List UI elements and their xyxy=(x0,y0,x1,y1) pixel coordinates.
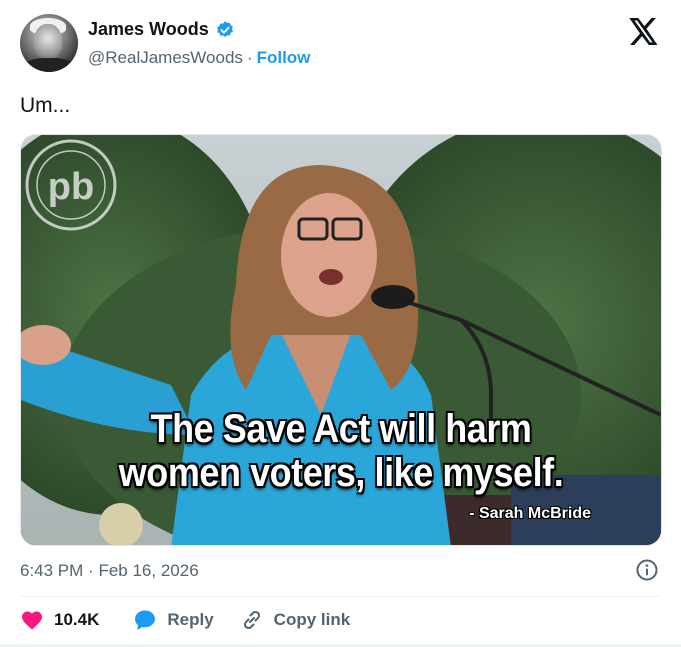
handle-separator: · xyxy=(246,48,253,67)
like-count: 10.4K xyxy=(54,610,100,629)
media-caption-line1: The Save Act will harm xyxy=(150,407,532,451)
media-caption-line2: women voters, like myself. xyxy=(118,451,564,495)
reply-label: Reply xyxy=(167,610,214,629)
author-name-row: James Woods xyxy=(88,19,235,40)
x-logo-icon[interactable] xyxy=(629,18,659,45)
divider xyxy=(20,596,661,597)
like-button[interactable]: 10.4K xyxy=(20,608,99,632)
tweet-date: Feb 16, 2026 xyxy=(98,561,199,580)
reply-bubble-icon xyxy=(135,610,156,630)
follow-button[interactable]: Follow xyxy=(257,48,311,68)
link-icon xyxy=(243,610,260,630)
tweet-media-image[interactable]: pb The Save Act will harm women voters, … xyxy=(20,134,662,546)
watermark-text: pb xyxy=(48,166,94,208)
author-handle[interactable]: @RealJamesWoods xyxy=(88,48,243,68)
copy-link-button[interactable]: Copy link xyxy=(240,608,351,632)
author-name[interactable]: James Woods xyxy=(88,19,209,40)
media-attribution: - Sarah McBride xyxy=(469,505,591,522)
action-bar: 10.4K Reply Copy link xyxy=(20,608,350,632)
author-handle-row: @RealJamesWoods · Follow xyxy=(88,48,310,68)
info-icon[interactable] xyxy=(635,558,659,582)
tweet-text: Um... xyxy=(20,94,71,117)
timestamp-separator: · xyxy=(88,561,94,580)
watermark-logo: pb xyxy=(25,139,117,231)
tweet-timestamp[interactable]: 6:43 PM · Feb 16, 2026 xyxy=(20,561,199,581)
heart-icon xyxy=(22,611,42,630)
verified-badge-icon xyxy=(216,20,233,37)
avatar[interactable] xyxy=(20,14,78,72)
tweet-time: 6:43 PM xyxy=(20,561,84,580)
reply-button[interactable]: Reply xyxy=(133,608,214,632)
copy-link-label: Copy link xyxy=(273,610,351,629)
